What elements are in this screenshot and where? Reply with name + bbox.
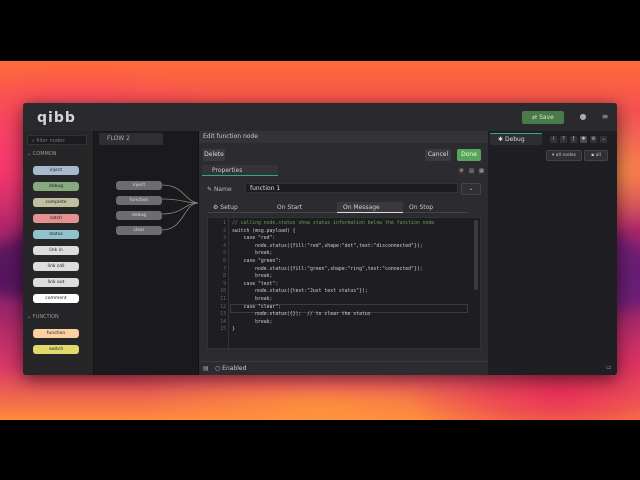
properties-tab[interactable]: Properties bbox=[202, 165, 278, 176]
book-icon[interactable]: ▤ bbox=[203, 365, 209, 372]
flow-node[interactable]: debug bbox=[116, 211, 162, 220]
app-header: qibb ⇄ Save ● ≡ bbox=[23, 103, 617, 132]
code-line: case "text": bbox=[232, 281, 279, 287]
app-window: qibb ⇄ Save ● ≡ ⌕ filter nodes ⌄ COMMON … bbox=[23, 103, 617, 375]
code-line: node.status({fill:"red",shape:"dot",text… bbox=[232, 243, 423, 249]
line-number: 10 bbox=[220, 289, 226, 295]
palette-node[interactable]: link call bbox=[33, 262, 79, 271]
chevron-down-icon[interactable]: ⌄ bbox=[600, 136, 607, 143]
code-line: break; bbox=[232, 297, 273, 302]
code-line: break; bbox=[232, 319, 273, 325]
name-input[interactable]: function 1 bbox=[245, 183, 458, 193]
code-line: node.status({fill:"green",shape:"ring",t… bbox=[232, 266, 423, 272]
palette-node[interactable]: comment bbox=[33, 294, 79, 303]
line-number: 6 bbox=[223, 259, 226, 264]
bug-icon: ✱ bbox=[498, 136, 505, 143]
function-icon[interactable]: ƒ bbox=[570, 136, 577, 143]
popout-icon[interactable]: ▭ bbox=[606, 364, 612, 371]
app-logo: qibb bbox=[37, 110, 76, 126]
line-number: 14 bbox=[220, 319, 226, 325]
line-number: 9 bbox=[223, 281, 226, 287]
palette-filter-input[interactable]: ⌕ filter nodes bbox=[27, 135, 87, 145]
code-editor[interactable]: 1 // calling node.status show status info… bbox=[207, 217, 481, 349]
line-number: 12 bbox=[220, 304, 226, 310]
info-icon[interactable]: i bbox=[550, 136, 557, 143]
tab-on-start[interactable]: On Start bbox=[271, 202, 337, 213]
edit-tray: Edit function node Delete Cancel Done Pr… bbox=[198, 131, 490, 375]
palette-category-function[interactable]: ⌄ FUNCTION bbox=[27, 314, 59, 320]
appearance-icon[interactable]: ▦ bbox=[478, 168, 485, 175]
line-number: 11 bbox=[220, 297, 226, 302]
enabled-toggle[interactable]: ○ Enabled bbox=[215, 365, 246, 372]
code-line: case "red": bbox=[232, 236, 276, 242]
deploy-label: Save bbox=[539, 114, 554, 121]
desktop: qibb ⇄ Save ● ≡ ⌕ filter nodes ⌄ COMMON … bbox=[0, 0, 640, 480]
palette-node[interactable]: inject bbox=[33, 166, 79, 175]
flow-node[interactable]: function bbox=[116, 196, 162, 205]
node-palette: ⌕ filter nodes ⌄ COMMON inject debug compl… bbox=[23, 131, 94, 375]
palette-node[interactable]: complete bbox=[33, 198, 79, 207]
user-icon[interactable]: ● bbox=[579, 113, 587, 121]
editor-scrollbar[interactable] bbox=[474, 220, 478, 290]
palette-node[interactable]: catch bbox=[33, 214, 79, 223]
wires bbox=[161, 184, 198, 231]
tag-icon: ✎ bbox=[207, 186, 214, 193]
filter-placeholder: filter nodes bbox=[36, 138, 65, 144]
line-number: 3 bbox=[223, 236, 226, 242]
tab-setup[interactable]: ⚙ Setup bbox=[207, 202, 271, 213]
name-label: ✎ Name bbox=[207, 186, 232, 193]
line-number: 8 bbox=[223, 274, 226, 280]
line-number: 4 bbox=[223, 243, 226, 249]
palette-category-common[interactable]: ⌄ COMMON bbox=[27, 151, 57, 157]
icon-picker-button[interactable]: ⌄ bbox=[461, 183, 481, 195]
palette-node[interactable]: link in bbox=[33, 246, 79, 255]
tab-on-stop[interactable]: On Stop bbox=[403, 202, 467, 213]
palette-node[interactable]: link out bbox=[33, 278, 79, 287]
line-number: 15 bbox=[220, 327, 226, 333]
code-line: break; bbox=[232, 251, 273, 257]
help-icon[interactable]: ? bbox=[560, 136, 567, 143]
palette-node[interactable]: function bbox=[33, 329, 79, 338]
bug-tab-icon[interactable]: ✱ bbox=[580, 136, 587, 143]
debug-filter-dropdown[interactable]: ▾ all nodes bbox=[546, 150, 582, 161]
flow-node[interactable]: inject bbox=[116, 181, 162, 190]
menu-icon[interactable]: ≡ bbox=[601, 113, 609, 121]
code-line: node.status({text:"Just text status"}); bbox=[232, 289, 368, 295]
flow-workspace[interactable]: FLOW 2 inject function debug clear bbox=[94, 131, 198, 375]
code-line: } bbox=[232, 327, 235, 333]
line-number: 2 bbox=[223, 228, 226, 234]
code-line: switch (msg.payload) { bbox=[232, 228, 296, 234]
deploy-button[interactable]: ⇄ Save bbox=[522, 111, 564, 124]
config-icon[interactable]: ⚙ bbox=[590, 136, 597, 143]
tray-footer: ▤ ○ Enabled bbox=[199, 361, 489, 375]
line-number: 13 bbox=[220, 312, 226, 318]
done-button[interactable]: Done bbox=[457, 149, 481, 161]
gear-icon[interactable]: ⚙ bbox=[458, 168, 465, 175]
code-line: node.status({}); // to clear the status bbox=[232, 312, 371, 318]
palette-node[interactable]: status bbox=[33, 230, 79, 239]
flow-node[interactable]: clear bbox=[116, 226, 162, 235]
debug-tab[interactable]: ✱ Debug bbox=[490, 133, 542, 145]
palette-node[interactable]: switch bbox=[33, 345, 79, 354]
line-number: 1 bbox=[223, 221, 226, 226]
debug-sidebar: ✱ Debug i ? ƒ ✱ ⚙ ⌄ ▾ all nodes ▪ all ▭ bbox=[488, 131, 617, 375]
debug-clear-dropdown[interactable]: ▪ all bbox=[584, 150, 608, 161]
delete-button[interactable]: Delete bbox=[203, 149, 225, 161]
tray-title: Edit function node bbox=[199, 131, 489, 143]
code-line: case "green": bbox=[232, 259, 282, 264]
code-line: case "clear": bbox=[232, 304, 282, 310]
description-icon[interactable]: ▤ bbox=[468, 168, 475, 175]
cancel-button[interactable]: Cancel bbox=[425, 149, 451, 161]
code-line: // calling node.status show status infor… bbox=[232, 221, 435, 226]
code-line: break; bbox=[232, 274, 273, 280]
palette-node[interactable]: debug bbox=[33, 182, 79, 191]
line-number: 7 bbox=[223, 266, 226, 272]
line-number: 5 bbox=[223, 251, 226, 257]
tab-on-message[interactable]: On Message bbox=[337, 202, 403, 213]
